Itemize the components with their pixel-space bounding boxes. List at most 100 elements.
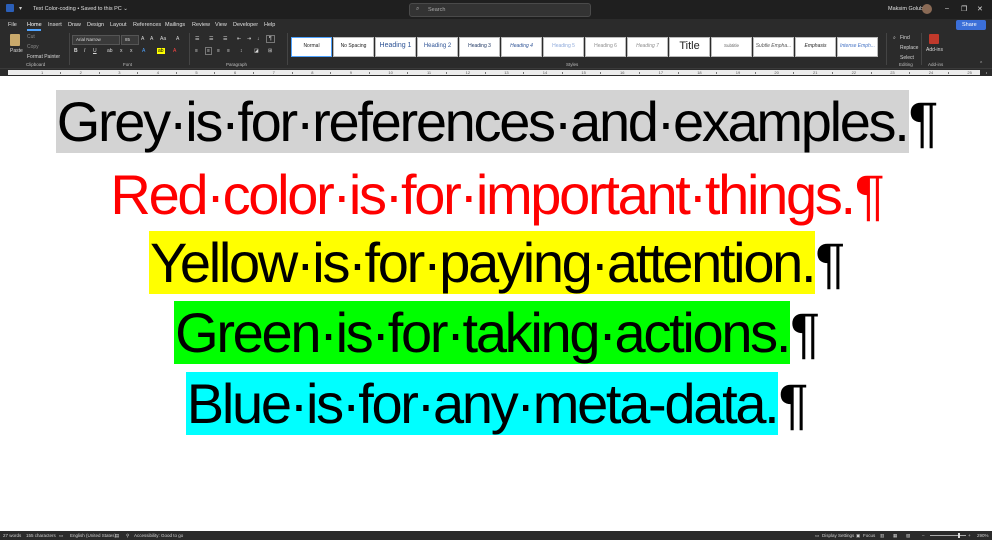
format-painter-button[interactable]: Format Painter bbox=[27, 54, 60, 60]
bullets-icon[interactable]: ☰ bbox=[195, 36, 199, 42]
accessibility-icon[interactable]: ⚲ bbox=[126, 533, 129, 539]
style-intense-emphasis[interactable]: Intense Emph... bbox=[837, 37, 878, 57]
strikethrough-icon[interactable]: ab bbox=[107, 48, 113, 54]
share-button[interactable]: Share bbox=[956, 20, 986, 30]
proofing-icon[interactable]: ▭ bbox=[59, 533, 63, 539]
cut-button[interactable]: Cut bbox=[27, 34, 35, 40]
character-count[interactable]: 155 characters bbox=[26, 533, 56, 538]
justify-icon[interactable]: ≡ bbox=[227, 48, 230, 54]
copy-button[interactable]: Copy bbox=[27, 44, 39, 50]
web-layout-icon[interactable]: ▧ bbox=[906, 533, 910, 539]
align-left-icon[interactable]: ≡ bbox=[195, 48, 198, 54]
read-mode-icon[interactable]: ▥ bbox=[880, 533, 884, 539]
doc-line-blue[interactable]: Blue·is·for·any·meta-data.¶ bbox=[0, 372, 992, 435]
style-heading-4[interactable]: Heading 4 bbox=[501, 37, 542, 57]
underline-icon[interactable]: U bbox=[93, 48, 97, 54]
highlight-color-icon[interactable]: ab bbox=[157, 48, 165, 54]
style-heading-6[interactable]: Heading 6 bbox=[585, 37, 626, 57]
quick-access-dropdown-icon[interactable]: ▾ bbox=[19, 5, 22, 12]
tab-help[interactable]: Help bbox=[264, 22, 275, 28]
user-name[interactable]: Maksim Golub bbox=[888, 6, 923, 12]
focus-button[interactable]: Focus bbox=[863, 533, 875, 538]
align-center-icon[interactable]: ≡ bbox=[205, 47, 212, 55]
word-icon[interactable] bbox=[6, 4, 14, 12]
style-no-spacing[interactable]: No Spacing bbox=[333, 37, 374, 57]
addins-icon[interactable] bbox=[929, 34, 939, 44]
restore-button[interactable]: ❐ bbox=[961, 5, 967, 13]
style-heading-3[interactable]: Heading 3 bbox=[459, 37, 500, 57]
collapse-ribbon-icon[interactable]: ⌃ bbox=[979, 61, 983, 67]
style-heading-1[interactable]: Heading 1 bbox=[375, 37, 416, 57]
bold-icon[interactable]: B bbox=[74, 48, 78, 54]
display-settings-icon[interactable]: ▭ bbox=[815, 533, 819, 539]
find-icon[interactable]: ⌕ bbox=[893, 35, 896, 41]
shrink-font-icon[interactable]: A bbox=[150, 36, 153, 42]
language-status[interactable]: English (United States) bbox=[70, 533, 116, 538]
doc-line-yellow[interactable]: Yellow·is·for·paying·attention.¶ bbox=[0, 231, 992, 294]
document-title[interactable]: Text Color-coding • Saved to this PC ⌄ bbox=[33, 6, 128, 12]
close-button[interactable]: ✕ bbox=[977, 5, 983, 13]
style-heading-7[interactable]: Heading 7 bbox=[627, 37, 668, 57]
align-right-icon[interactable]: ≡ bbox=[217, 48, 220, 54]
decrease-indent-icon[interactable]: ⇤ bbox=[237, 36, 241, 42]
multilevel-list-icon[interactable]: ☰ bbox=[223, 36, 227, 42]
doc-line-red[interactable]: Red·color·is·for·important·things.¶ bbox=[0, 167, 992, 223]
tab-view[interactable]: View bbox=[215, 22, 227, 28]
font-color-icon[interactable]: A bbox=[173, 48, 176, 54]
show-formatting-marks-icon[interactable]: ¶ bbox=[266, 35, 275, 43]
tab-developer[interactable]: Developer bbox=[233, 22, 258, 28]
search-box[interactable]: ⌕ Search bbox=[409, 3, 591, 17]
tab-review[interactable]: Review bbox=[192, 22, 210, 28]
tab-references[interactable]: References bbox=[133, 22, 161, 28]
paste-icon[interactable] bbox=[10, 34, 20, 46]
italic-icon[interactable]: I bbox=[84, 48, 85, 54]
style-title[interactable]: Title bbox=[669, 37, 710, 57]
zoom-slider[interactable] bbox=[930, 535, 966, 536]
tab-home[interactable]: Home bbox=[27, 22, 42, 28]
zoom-slider-thumb[interactable] bbox=[958, 533, 960, 538]
font-name-combo[interactable]: Arial Narrow bbox=[72, 35, 120, 45]
tab-design[interactable]: Design bbox=[87, 22, 104, 28]
replace-button[interactable]: Replace bbox=[900, 45, 918, 51]
accessibility-status[interactable]: Accessibility: Good to go bbox=[134, 533, 183, 538]
grow-font-icon[interactable]: A bbox=[141, 36, 144, 42]
style-normal[interactable]: Normal bbox=[291, 37, 332, 57]
style-emphasis[interactable]: Emphasis bbox=[795, 37, 836, 57]
text-effects-icon[interactable]: A bbox=[142, 48, 145, 54]
zoom-level[interactable]: 290% bbox=[977, 533, 989, 538]
numbering-icon[interactable]: ☰ bbox=[209, 36, 213, 42]
paste-button[interactable]: Paste bbox=[10, 48, 23, 54]
doc-line-grey[interactable]: Grey·is·for·references·and·examples.¶ bbox=[0, 90, 992, 153]
print-layout-icon[interactable]: ▦ bbox=[893, 533, 897, 539]
tab-insert[interactable]: Insert bbox=[48, 22, 62, 28]
style-heading-5[interactable]: Heading 5 bbox=[543, 37, 584, 57]
word-count[interactable]: 27 words bbox=[3, 533, 21, 538]
display-settings-button[interactable]: Display Settings bbox=[822, 533, 854, 538]
increase-indent-icon[interactable]: ⇥ bbox=[247, 36, 251, 42]
tab-layout[interactable]: Layout bbox=[110, 22, 127, 28]
zoom-in-button[interactable]: + bbox=[968, 533, 971, 538]
find-button[interactable]: Find bbox=[900, 35, 910, 41]
addins-button[interactable]: Add-ins bbox=[926, 47, 943, 53]
avatar[interactable] bbox=[922, 4, 932, 14]
style-subtle-emphasis[interactable]: Subtle Empha... bbox=[753, 37, 794, 57]
tab-file[interactable]: File bbox=[8, 22, 17, 28]
tab-mailings[interactable]: Mailings bbox=[165, 22, 185, 28]
clear-formatting-icon[interactable]: A bbox=[176, 36, 179, 42]
select-button[interactable]: Select bbox=[900, 55, 914, 61]
font-size-combo[interactable]: 85 bbox=[121, 35, 139, 45]
change-case-icon[interactable]: Aa bbox=[160, 36, 166, 42]
shading-icon[interactable]: ◪ bbox=[254, 48, 259, 54]
superscript-icon[interactable]: x bbox=[130, 48, 133, 54]
zoom-out-button[interactable]: – bbox=[922, 533, 925, 538]
subscript-icon[interactable]: x bbox=[120, 48, 123, 54]
borders-icon[interactable]: ⊞ bbox=[268, 48, 272, 54]
ruler-bar[interactable] bbox=[8, 70, 980, 75]
style-heading-2[interactable]: Heading 2 bbox=[417, 37, 458, 57]
sort-icon[interactable]: ↓ bbox=[257, 36, 260, 42]
doc-line-green[interactable]: Green·is·for·taking·actions.¶ bbox=[0, 301, 992, 364]
predictions-icon[interactable]: ▤ bbox=[115, 533, 119, 539]
style-subtitle[interactable]: Subtitle bbox=[711, 37, 752, 57]
focus-icon[interactable]: ▣ bbox=[856, 533, 860, 539]
tab-draw[interactable]: Draw bbox=[68, 22, 81, 28]
